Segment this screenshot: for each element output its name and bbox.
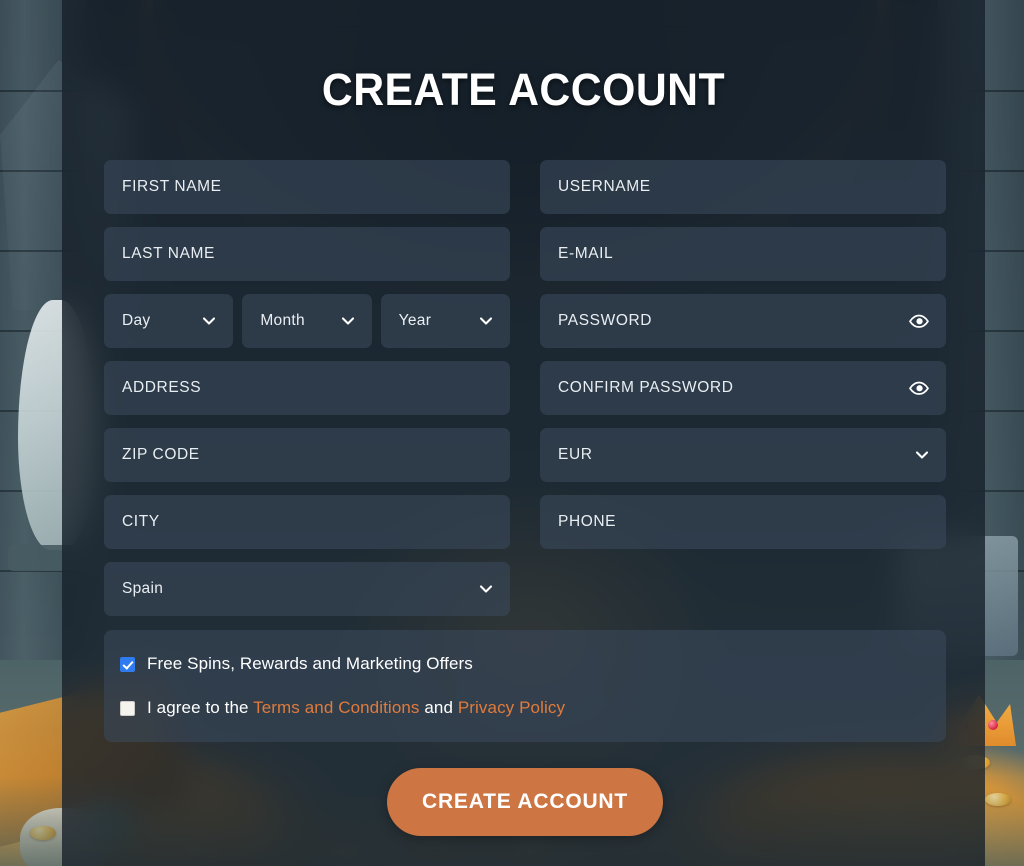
create-account-button[interactable]: CREATE ACCOUNT [387,768,663,836]
create-account-modal: CREATE ACCOUNT FIRST NAME USERNAME LAST … [62,0,985,866]
chevron-down-icon [914,447,930,463]
zip-code-placeholder: ZIP CODE [122,446,200,463]
last-name-placeholder: LAST NAME [122,245,215,262]
city-input[interactable]: CITY [104,495,510,549]
marketing-consent-checkbox[interactable] [120,656,135,672]
city-placeholder: CITY [122,513,160,530]
phone-input[interactable]: PHONE [540,495,946,549]
country-select-value: Spain [122,580,164,597]
registration-form: FIRST NAME USERNAME LAST NAME E-MAIL Day [104,160,946,836]
terms-consent-prefix: I agree to the [147,698,254,717]
email-placeholder: E-MAIL [558,245,614,262]
date-of-birth-row: Day Month Year [104,294,510,348]
chevron-down-icon [340,313,356,329]
email-input[interactable]: E-MAIL [540,227,946,281]
terms-consent-label: I agree to the Terms and Conditions and … [147,698,565,718]
terms-and-conditions-link[interactable]: Terms and Conditions [253,698,419,717]
currency-select[interactable]: EUR [540,428,946,482]
zip-code-input[interactable]: ZIP CODE [104,428,510,482]
terms-consent-conjunction: and [419,698,458,717]
terms-consent-checkbox[interactable] [120,700,135,716]
day-select[interactable]: Day [104,294,234,348]
chevron-down-icon [478,581,494,597]
eye-icon[interactable] [908,310,930,332]
marketing-consent-label: Free Spins, Rewards and Marketing Offers [147,654,473,673]
month-select-value: Month [260,312,305,329]
form-grid: FIRST NAME USERNAME LAST NAME E-MAIL Day [104,160,946,616]
username-input[interactable]: USERNAME [540,160,946,214]
year-select[interactable]: Year [380,294,510,348]
first-name-input[interactable]: FIRST NAME [104,160,510,214]
password-placeholder: PASSWORD [558,312,653,329]
terms-consent-row[interactable]: I agree to the Terms and Conditions and … [120,692,930,724]
address-placeholder: ADDRESS [122,379,202,396]
eye-icon[interactable] [908,377,930,399]
page-root: CREATE ACCOUNT FIRST NAME USERNAME LAST … [0,0,1024,866]
username-placeholder: USERNAME [558,178,651,195]
chevron-down-icon [201,313,217,329]
password-input[interactable]: PASSWORD [540,294,946,348]
marketing-consent-row[interactable]: Free Spins, Rewards and Marketing Offers [120,648,930,680]
currency-select-value: EUR [558,446,593,463]
privacy-policy-link[interactable]: Privacy Policy [458,698,565,717]
chevron-down-icon [478,313,494,329]
year-select-value: Year [398,312,432,329]
confirm-password-placeholder: CONFIRM PASSWORD [558,379,734,396]
consent-panel: Free Spins, Rewards and Marketing Offers… [104,630,946,742]
page-title: CREATE ACCOUNT [321,64,726,115]
phone-placeholder: PHONE [558,513,617,530]
country-select[interactable]: Spain [104,562,510,616]
submit-row: CREATE ACCOUNT [104,768,946,836]
first-name-placeholder: FIRST NAME [122,178,222,195]
last-name-input[interactable]: LAST NAME [104,227,510,281]
day-select-value: Day [122,312,151,329]
month-select[interactable]: Month [242,294,372,348]
confirm-password-input[interactable]: CONFIRM PASSWORD [540,361,946,415]
address-input[interactable]: ADDRESS [104,361,510,415]
